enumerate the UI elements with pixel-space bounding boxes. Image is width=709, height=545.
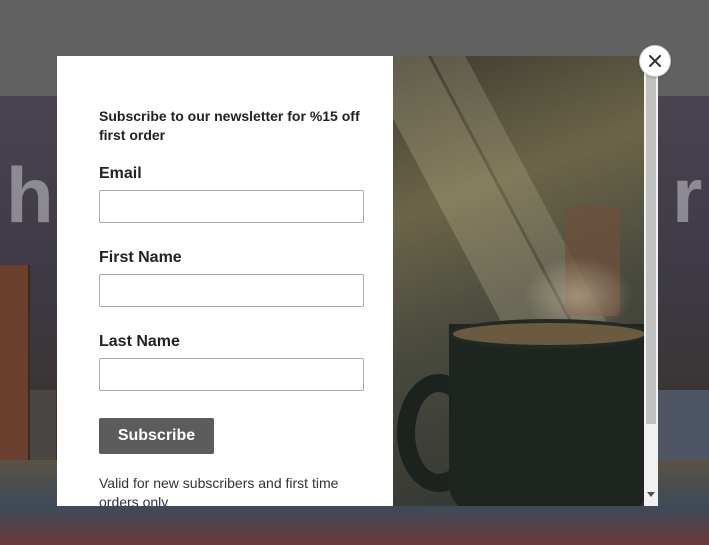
email-label: Email [99, 165, 142, 182]
coffee-cup-image [393, 56, 644, 506]
modal-scrollbar[interactable] [644, 56, 658, 506]
hero-headline-fragment-left: h [6, 151, 54, 239]
last-name-field[interactable] [99, 358, 364, 391]
email-field[interactable] [99, 190, 364, 223]
hero-headline-fragment-right: r! [672, 151, 709, 239]
modal-headline: Subscribe to our newsletter for %15 off … [99, 108, 360, 143]
close-icon [649, 55, 661, 67]
first-name-label: First Name [99, 249, 182, 266]
signup-form: Subscribe to our newsletter for %15 off … [57, 56, 393, 506]
offer-note: Valid for new subscribers and first time… [99, 475, 339, 506]
first-name-field[interactable] [99, 274, 364, 307]
scrollbar-thumb[interactable] [646, 68, 656, 424]
chevron-down-icon[interactable] [647, 492, 655, 497]
last-name-label: Last Name [99, 333, 180, 350]
newsletter-modal: Subscribe to our newsletter for %15 off … [57, 56, 658, 506]
close-button[interactable] [640, 46, 670, 76]
subscribe-button[interactable]: Subscribe [99, 418, 214, 454]
city-skyline-left [0, 250, 60, 470]
